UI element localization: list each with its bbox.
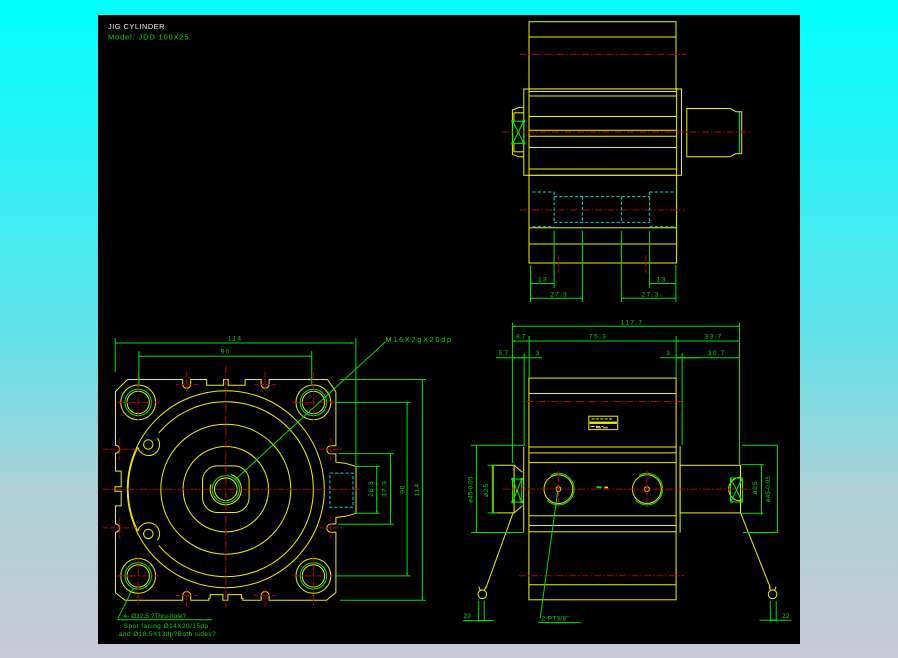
svg-text:27.3: 27.3 — [641, 292, 659, 299]
svg-text:JIG CYLINDER: JIG CYLINDER — [108, 22, 165, 31]
svg-text:ø25: ø25 — [483, 483, 490, 497]
svg-text:.and Ø18.5X13dp?Both sides?: .and Ø18.5X13dp?Both sides? — [117, 631, 216, 638]
svg-text:8.7: 8.7 — [516, 333, 526, 340]
svg-text:Model: JDD 100X25: Model: JDD 100X25 — [108, 33, 189, 42]
svg-text:114: 114 — [228, 336, 242, 343]
svg-text:117.7: 117.7 — [621, 319, 644, 326]
svg-text:90: 90 — [221, 349, 231, 356]
svg-text:2-PT3/8": 2-PT3/8" — [542, 616, 569, 623]
svg-text:5.7: 5.7 — [499, 350, 509, 357]
svg-text:3: 3 — [666, 350, 670, 357]
svg-text:M16X2gX20dp: M16X2gX20dp — [386, 335, 453, 344]
svg-text:75.3: 75.3 — [589, 333, 607, 340]
svg-text:ø45-0.05: ø45-0.05 — [468, 476, 474, 503]
svg-text:37.3: 37.3 — [382, 480, 389, 496]
svg-text:114: 114 — [414, 483, 421, 496]
svg-text:22: 22 — [782, 613, 790, 620]
svg-text:30.7: 30.7 — [708, 350, 726, 357]
svg-text:22: 22 — [463, 613, 471, 620]
svg-text:4- Ø12.5 ?Thru-hole?: 4- Ø12.5 ?Thru-hole? — [124, 613, 187, 620]
svg-text:27.3: 27.3 — [550, 292, 568, 299]
svg-text:13: 13 — [657, 277, 667, 284]
svg-text:13: 13 — [538, 277, 548, 284]
svg-text:ø45-0.05: ø45-0.05 — [766, 475, 772, 502]
svg-text:33.7: 33.7 — [704, 333, 722, 340]
svg-text:Spot facing Ø14X20/15dp: Spot facing Ø14X20/15dp — [124, 623, 209, 630]
svg-text:90: 90 — [399, 485, 406, 494]
svg-text:26.3: 26.3 — [368, 480, 375, 496]
svg-text:ø25: ø25 — [752, 480, 759, 494]
svg-text:3: 3 — [536, 350, 540, 357]
